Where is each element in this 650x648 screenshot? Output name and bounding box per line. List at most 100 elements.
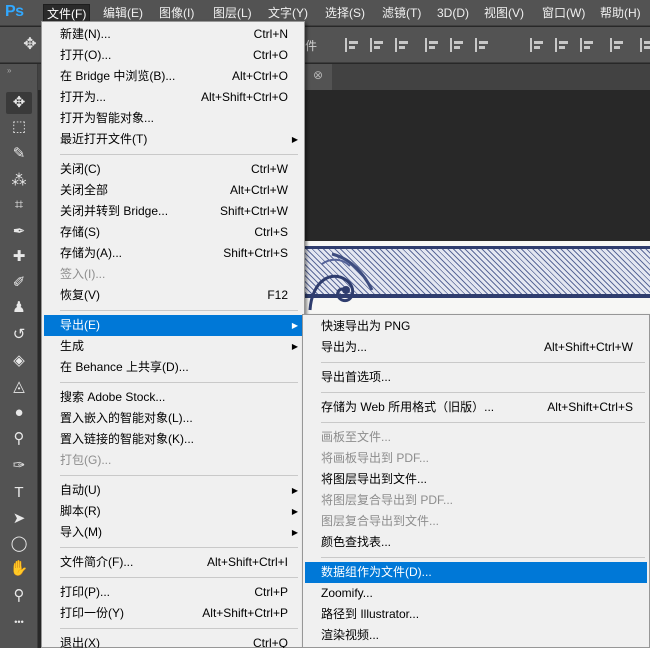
paint-bucket-tool-icon[interactable]: ◬ [6, 376, 32, 398]
menu-3[interactable]: 图层(L) [210, 4, 255, 22]
file-menu-item-25-r[interactable]: 脚本(R) ▶ [44, 501, 302, 522]
menu-0[interactable]: 文件(F) [43, 4, 91, 22]
eyedropper-tool-icon[interactable]: ✒ [6, 221, 32, 243]
menu-1[interactable]: 编辑(E) [100, 4, 146, 22]
brush-tool-icon[interactable]: ✐ [6, 272, 32, 294]
menu-separator [321, 392, 645, 393]
clone-stamp-tool-icon[interactable]: ♟ [6, 297, 32, 319]
menu-2[interactable]: 图像(I) [156, 4, 197, 22]
menu-item-label: 恢复(V) [60, 288, 100, 302]
file-menu-item-31-y[interactable]: 打印一份(Y) Alt+Shift+Ctrl+P [44, 603, 302, 624]
file-menu-item-2-bridge-b[interactable]: 在 Bridge 中浏览(B)... Alt+Ctrl+O [44, 66, 302, 87]
ellipse-tool-icon[interactable]: ◯ [6, 533, 32, 555]
menu-item-label: 新建(N)... [60, 27, 111, 41]
move-tool-options-icon[interactable]: ✥ [20, 35, 40, 55]
align-distribute-icon[interactable] [580, 38, 594, 52]
menu-item-shortcut: Alt+Shift+Ctrl+S [547, 400, 633, 414]
file-menu-item-26-m[interactable]: 导入(M) ▶ [44, 522, 302, 543]
export-menu-item-1[interactable]: 导出为... Alt+Shift+Ctrl+W [305, 337, 647, 358]
export-menu-item-0-png[interactable]: 快速导出为 PNG [305, 316, 647, 337]
menu-item-label: 打开(O)... [60, 48, 112, 62]
file-menu-item-9-bridge[interactable]: 关闭并转到 Bridge... Shift+Ctrl+W [44, 201, 302, 222]
more-tools-icon[interactable]: ••• [6, 611, 32, 633]
hand-tool-icon[interactable]: ✋ [6, 558, 32, 580]
align-distribute-icon[interactable] [640, 38, 650, 52]
file-menu-item-10-s[interactable]: 存储(S) Ctrl+S [44, 222, 302, 243]
file-menu-item-15-e[interactable]: 导出(E) ▶ [44, 315, 302, 336]
healing-brush-tool-icon[interactable]: ✚ [6, 246, 32, 268]
file-menu-item-1-o[interactable]: 打开(O)... Ctrl+O [44, 45, 302, 66]
menu-item-label: Zoomify... [321, 586, 373, 600]
menu-separator [321, 362, 645, 363]
menu-10[interactable]: 帮助(H) [597, 4, 644, 22]
eraser-tool-icon[interactable]: ◈ [6, 350, 32, 372]
file-menu-item-19-adobe-stock[interactable]: 搜索 Adobe Stock... [44, 387, 302, 408]
menu-item-label: 渲染视频... [321, 628, 380, 642]
export-menu-item-15-zoomify[interactable]: Zoomify... [305, 583, 647, 604]
export-menu-item-14-d[interactable]: 数据组作为文件(D)... [305, 562, 647, 583]
align-distribute-icon[interactable] [370, 38, 384, 52]
menu-4[interactable]: 文字(Y) [265, 4, 311, 22]
menu-9[interactable]: 窗口(W) [539, 4, 588, 22]
menu-8[interactable]: 视图(V) [481, 4, 527, 22]
type-tool-icon[interactable]: T [6, 482, 32, 504]
file-menu-item-11-a[interactable]: 存储为(A)... Shift+Ctrl+S [44, 243, 302, 264]
path-select-tool-icon[interactable]: ➤ [6, 508, 32, 530]
marquee-tool-icon[interactable]: ⬚ [6, 116, 32, 138]
tab-close-icon[interactable]: ⊗ [313, 68, 325, 82]
menu-item-label: 在 Behance 上共享(D)... [60, 360, 189, 374]
file-menu-item-13-v[interactable]: 恢复(V) F12 [44, 285, 302, 306]
submenu-arrow-icon: ▶ [291, 486, 298, 495]
align-distribute-icon[interactable] [555, 38, 569, 52]
submenu-arrow-icon: ▶ [291, 507, 298, 516]
file-menu-item-20-l[interactable]: 置入嵌入的智能对象(L)... [44, 408, 302, 429]
history-brush-tool-icon[interactable]: ↺ [6, 324, 32, 346]
file-menu-item-7-c[interactable]: 关闭(C) Ctrl+W [44, 159, 302, 180]
align-distribute-icon[interactable] [450, 38, 464, 52]
export-menu-item-16-illustrator[interactable]: 路径到 Illustrator... [305, 604, 647, 625]
file-menu-item-16[interactable]: 生成 ▶ [44, 336, 302, 357]
blur-tool-icon[interactable]: ● [6, 402, 32, 424]
quick-select-tool-icon[interactable]: ✎ [6, 143, 32, 165]
dodge-tool-icon[interactable]: ⚲ [6, 428, 32, 450]
export-menu-item-3[interactable]: 导出首选项... [305, 367, 647, 388]
export-menu-item-5-web[interactable]: 存储为 Web 所用格式（旧版）... Alt+Shift+Ctrl+S [305, 397, 647, 418]
align-distribute-icon[interactable] [610, 38, 624, 52]
menu-5[interactable]: 选择(S) [322, 4, 368, 22]
file-menu-item-0-n[interactable]: 新建(N)... Ctrl+N [44, 24, 302, 45]
export-menu-item-17[interactable]: 渲染视频... [305, 625, 647, 646]
crop-tool-icon[interactable]: ⌗ [6, 194, 32, 216]
export-submenu: 快速导出为 PNG 导出为... Alt+Shift+Ctrl+W 导出首选项... 存… [302, 314, 650, 648]
align-distribute-icon[interactable] [395, 38, 409, 52]
align-distribute-icon[interactable] [475, 38, 489, 52]
align-distribute-icon[interactable] [530, 38, 544, 52]
collapse-panel-icon[interactable]: » [7, 66, 12, 75]
zoom-tool-icon[interactable]: ⚲ [6, 585, 32, 607]
align-distribute-icon[interactable] [345, 38, 359, 52]
file-menu-item-30-p[interactable]: 打印(P)... Ctrl+P [44, 582, 302, 603]
file-menu-item-17-behance-d[interactable]: 在 Behance 上共享(D)... [44, 357, 302, 378]
file-menu-item-22-g: 打包(G)... [44, 450, 302, 471]
file-menu-item-4[interactable]: 打开为智能对象... [44, 108, 302, 129]
pen-tool-icon[interactable]: ✑ [6, 455, 32, 477]
file-menu-item-33-x[interactable]: 退出(X) Ctrl+Q [44, 633, 302, 648]
file-menu: 新建(N)... Ctrl+N 打开(O)... Ctrl+O 在 Bridge 中浏览… [41, 21, 305, 648]
menu-item-label: 自动(U) [60, 483, 101, 497]
export-menu-item-12[interactable]: 颜色查找表... [305, 532, 647, 553]
file-menu-item-5-t[interactable]: 最近打开文件(T) ▶ [44, 129, 302, 150]
menu-item-label: 打印一份(Y) [60, 606, 124, 620]
move-tool-icon[interactable]: ✥ [6, 92, 32, 114]
file-menu-item-24-u[interactable]: 自动(U) ▶ [44, 480, 302, 501]
menu-item-label: 关闭(C) [60, 162, 101, 176]
file-menu-item-3[interactable]: 打开为... Alt+Shift+Ctrl+O [44, 87, 302, 108]
magic-wand-tool-icon[interactable]: ⁂ [6, 170, 32, 192]
file-menu-item-21-k[interactable]: 置入链接的智能对象(K)... [44, 429, 302, 450]
align-distribute-icon[interactable] [425, 38, 439, 52]
file-menu-item-28-f[interactable]: 文件简介(F)... Alt+Shift+Ctrl+I [44, 552, 302, 573]
menu-7[interactable]: 3D(D) [434, 4, 472, 22]
menu-6[interactable]: 滤镜(T) [379, 4, 424, 22]
menu-item-label: 文件简介(F)... [60, 555, 134, 569]
export-menu-item-9[interactable]: 将图层导出到文件... [305, 469, 647, 490]
menu-item-label: 生成 [60, 339, 85, 353]
file-menu-item-8[interactable]: 关闭全部 Alt+Ctrl+W [44, 180, 302, 201]
